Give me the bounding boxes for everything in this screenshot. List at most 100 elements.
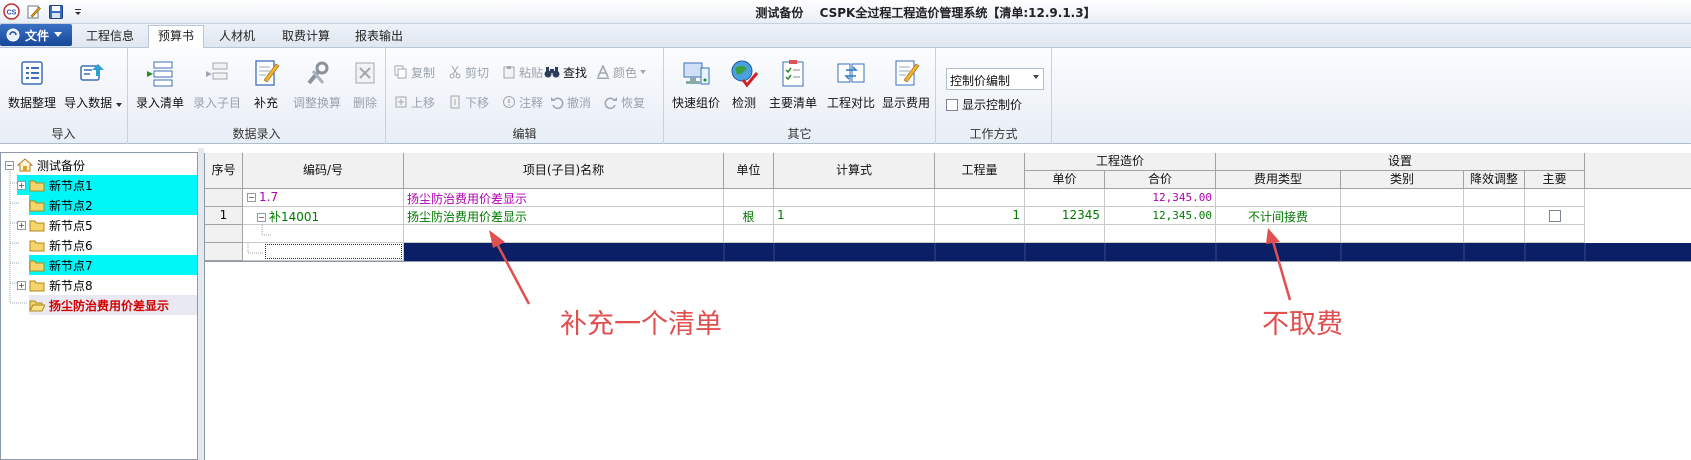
row2-main[interactable] — [1525, 207, 1585, 225]
undo-button[interactable]: 撤消 — [550, 92, 591, 112]
row3-name[interactable] — [404, 225, 724, 243]
color-button[interactable]: 颜色 — [596, 62, 647, 82]
row3-main[interactable] — [1525, 225, 1585, 243]
row2-name[interactable]: 扬尘防治费用价差显示 — [404, 207, 724, 225]
import-data-button[interactable]: 导入数据 — [62, 52, 124, 122]
move-down-button[interactable]: 下移 — [448, 92, 489, 112]
main-checkbox[interactable] — [1548, 210, 1561, 222]
row3-unit-price[interactable] — [1025, 225, 1105, 243]
file-menu-button[interactable]: 文件 — [0, 24, 72, 46]
tree-node[interactable]: 新节点6 — [29, 235, 197, 255]
row2-unit[interactable]: 根 — [724, 207, 774, 225]
header-quantity[interactable]: 工程量 — [935, 153, 1025, 189]
table-row[interactable]: − 补14001 — [243, 207, 404, 225]
row1-name[interactable]: 扬尘防治费用价差显示 — [404, 189, 724, 207]
tab-report-output[interactable]: 报表输出 — [348, 26, 410, 48]
collapse-icon[interactable]: − — [257, 213, 266, 222]
row2-total[interactable]: 12,345.00 — [1105, 207, 1216, 225]
data-organize-button[interactable]: 数据整理 — [5, 52, 59, 122]
move-up-icon — [395, 96, 407, 108]
comment-button[interactable]: 注释 — [502, 92, 543, 112]
header-reduction-adjust[interactable]: 降效调整 — [1464, 171, 1525, 189]
row1-fee-type[interactable] — [1216, 189, 1341, 207]
row2-reduction[interactable] — [1464, 207, 1525, 225]
header-fee-type[interactable]: 费用类型 — [1216, 171, 1341, 189]
supplement-button[interactable]: 补充 — [246, 52, 286, 122]
import-icon — [77, 56, 109, 90]
row1-total[interactable]: 12,345.00 — [1105, 189, 1216, 207]
show-control-price-option[interactable]: 显示控制价 — [946, 96, 1022, 113]
row3-category[interactable] — [1341, 225, 1464, 243]
row1-reduction[interactable] — [1464, 189, 1525, 207]
row1-unit-price[interactable] — [1025, 189, 1105, 207]
enter-subitem-button[interactable]: 录入子目 — [190, 52, 244, 122]
header-category[interactable]: 类别 — [1341, 171, 1464, 189]
header-unit[interactable]: 单位 — [724, 153, 774, 189]
project-compare-button[interactable]: 工程对比 — [824, 52, 878, 122]
tab-budget[interactable]: 预算书 — [148, 25, 204, 49]
expand-icon[interactable]: + — [17, 280, 26, 290]
row1-main[interactable] — [1525, 189, 1585, 207]
header-main[interactable]: 主要 — [1525, 171, 1585, 189]
show-fees-button[interactable]: 显示费用 — [878, 52, 934, 122]
collapse-icon[interactable]: − — [247, 193, 256, 202]
app-window: CS 测试备份 CSPK全过程工程造价管理系统【清单:12.9.1.3】 文件 … — [0, 0, 1691, 460]
tree-node[interactable]: + 新节点5 — [17, 215, 197, 235]
show-control-price-checkbox[interactable] — [946, 98, 958, 111]
collapse-icon[interactable]: − — [5, 160, 14, 170]
main-bill-button[interactable]: 主要清单 — [764, 52, 822, 122]
row-header[interactable] — [205, 189, 243, 207]
group-work-mode-label: 工作方式 — [969, 127, 1018, 141]
header-code[interactable]: 编码/号 — [243, 153, 404, 189]
tab-fee-calculation[interactable]: 取费计算 — [275, 26, 337, 48]
tab-labor-material-machine[interactable]: 人材机 — [212, 26, 262, 48]
header-unit-price[interactable]: 单价 — [1025, 171, 1105, 189]
header-filler — [1585, 153, 1691, 189]
paste-button[interactable]: 粘贴 — [502, 62, 543, 82]
work-mode-select[interactable]: 控制价编制 — [946, 68, 1044, 90]
cut-button[interactable]: 剪切 — [448, 62, 489, 82]
row3-total[interactable] — [1105, 225, 1216, 243]
header-name[interactable]: 项目(子目)名称 — [404, 153, 724, 189]
find-button[interactable]: 查找 — [544, 62, 587, 82]
row1-unit[interactable] — [724, 189, 774, 207]
check-button[interactable]: 检测 — [726, 52, 762, 122]
row3-reduction[interactable] — [1464, 225, 1525, 243]
row3-quantity[interactable] — [935, 225, 1025, 243]
row2-fee-type[interactable]: 不计间接费 — [1216, 207, 1341, 225]
tree-node[interactable]: 新节点2 — [29, 195, 197, 215]
header-total[interactable]: 合价 — [1105, 171, 1216, 189]
tree-node[interactable]: + 新节点8 — [17, 275, 197, 295]
table-row[interactable] — [243, 225, 404, 243]
row2-unit-price[interactable]: 12345 — [1025, 207, 1105, 225]
row1-formula[interactable] — [774, 189, 935, 207]
adjust-conversion-button[interactable]: 调整换算 — [288, 52, 346, 122]
tree-root[interactable]: − 测试备份 — [5, 155, 195, 175]
tree-node[interactable]: 新节点7 — [29, 255, 197, 275]
enter-bill-button[interactable]: 录入清单 — [134, 52, 186, 122]
row-header[interactable]: 1 — [205, 207, 243, 225]
row2-category[interactable] — [1341, 207, 1464, 225]
row3-unit[interactable] — [724, 225, 774, 243]
row3-formula[interactable] — [774, 225, 935, 243]
tree-node-selected[interactable]: 扬尘防治费用价差显示 — [29, 295, 197, 315]
copy-icon — [394, 65, 407, 79]
row-header[interactable] — [205, 225, 243, 243]
header-formula[interactable]: 计算式 — [774, 153, 935, 189]
tab-project-info[interactable]: 工程信息 — [80, 26, 140, 48]
tree-node[interactable]: + 新节点1 — [17, 175, 197, 195]
header-seq[interactable]: 序号 — [205, 153, 243, 189]
expand-icon[interactable]: + — [17, 220, 26, 230]
group-other-label: 其它 — [787, 127, 812, 141]
expand-icon[interactable]: + — [17, 180, 26, 190]
row2-quantity[interactable]: 1 — [935, 207, 1025, 225]
delete-button[interactable]: 删除 — [346, 52, 384, 122]
move-up-button[interactable]: 上移 — [394, 92, 435, 112]
row1-quantity[interactable] — [935, 189, 1025, 207]
row1-category[interactable] — [1341, 189, 1464, 207]
table-row[interactable]: −1.7 — [243, 189, 404, 207]
redo-button[interactable]: 恢复 — [604, 92, 645, 112]
row2-formula[interactable]: 1 — [774, 207, 935, 225]
quick-pricing-button[interactable]: 快速组价 — [670, 52, 722, 122]
copy-button[interactable]: 复制 — [394, 62, 435, 82]
